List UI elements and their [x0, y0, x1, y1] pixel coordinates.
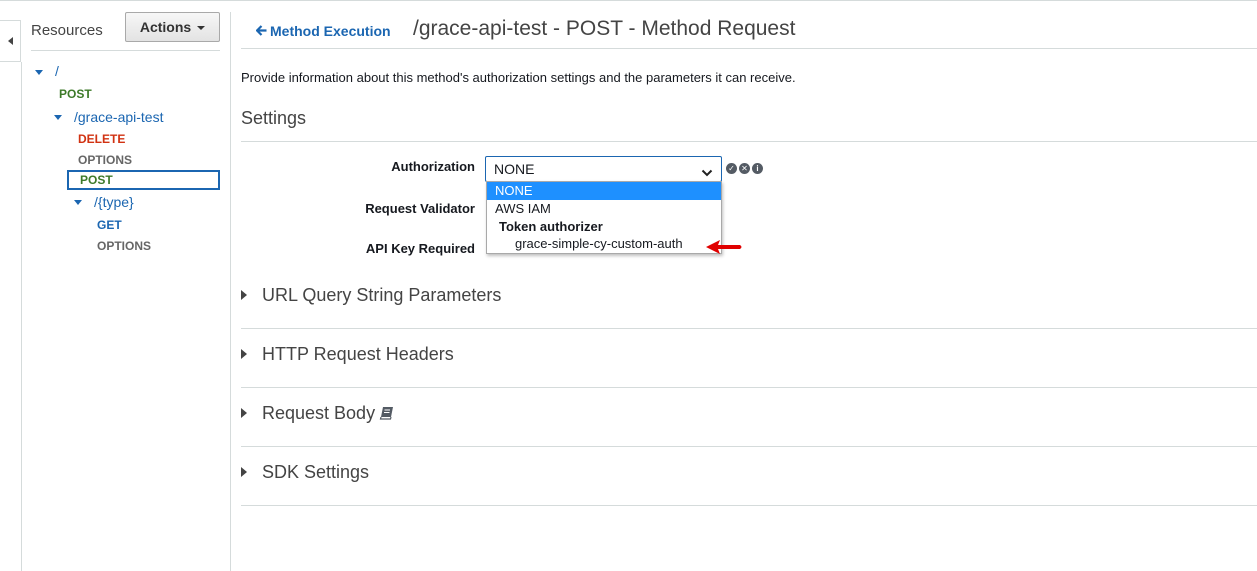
page-description: Provide information about this method's … [241, 70, 796, 85]
actions-button[interactable]: Actions [125, 12, 220, 42]
info-circle-icon[interactable]: i [752, 163, 763, 174]
tree-method-delete[interactable]: DELETE [78, 132, 125, 146]
request-validator-label: Request Validator [365, 201, 475, 216]
api-key-required-label: API Key Required [365, 241, 475, 256]
section-label: HTTP Request Headers [262, 344, 454, 364]
authorization-select[interactable]: NONE [485, 156, 722, 182]
section-label: SDK Settings [262, 462, 370, 482]
tree-method-type-options[interactable]: OPTIONS [97, 239, 151, 253]
caret-right-icon [241, 349, 247, 359]
actions-button-label: Actions [139, 19, 192, 35]
arrow-left-icon [255, 23, 267, 39]
tree-resource-type[interactable]: /{type} [94, 194, 134, 210]
sidebar-divider [31, 50, 220, 51]
sidebar-collapse-toggle[interactable] [0, 20, 21, 62]
caret-right-icon [241, 408, 247, 418]
settings-heading: Settings [241, 108, 307, 128]
book-icon[interactable] [379, 404, 395, 425]
sidebar-right-border [230, 12, 231, 571]
page-title: /grace-api-test - POST - Method Request [413, 17, 796, 40]
section-label: Request Body [262, 403, 376, 423]
tree-method-root-post[interactable]: POST [59, 87, 92, 101]
header-divider [241, 48, 1257, 49]
section-http-request-headers[interactable]: HTTP Request Headers [241, 329, 1257, 388]
x-circle-icon[interactable]: ✕ [739, 163, 750, 174]
caret-left-icon [8, 37, 13, 45]
check-circle-icon[interactable]: ✓ [726, 163, 737, 174]
tree-resource-root[interactable]: / [55, 63, 59, 79]
authorization-dropdown: NONE AWS IAM Token authorizer grace-simp… [486, 181, 722, 254]
authorization-select-value: NONE [494, 161, 535, 177]
method-execution-label: Method Execution [270, 23, 391, 39]
tree-resource-grace-api-test[interactable]: /grace-api-test [74, 109, 163, 125]
tree-method-post-selected[interactable]: POST [67, 170, 220, 190]
section-label: URL Query String Parameters [262, 285, 502, 305]
tree-expand-icon[interactable] [74, 200, 82, 205]
authorization-actions: ✓ ✕ i [726, 163, 765, 181]
settings-divider [241, 141, 1257, 142]
resources-sidebar: Resources Actions / POST /grace-api-test… [22, 0, 230, 571]
caret-down-icon [197, 26, 206, 31]
option-none[interactable]: NONE [487, 182, 721, 200]
tree-method-get[interactable]: GET [97, 218, 122, 232]
section-sdk-settings[interactable]: SDK Settings [241, 447, 1257, 506]
tree-expand-icon[interactable] [54, 115, 62, 120]
tree-method-options[interactable]: OPTIONS [78, 153, 132, 167]
authorization-label: Authorization [391, 159, 475, 174]
tree-expand-icon[interactable] [35, 70, 43, 75]
caret-right-icon [241, 467, 247, 477]
option-grace-simple-cy-custom-auth[interactable]: grace-simple-cy-custom-auth [487, 235, 721, 253]
method-execution-link[interactable]: Method Execution [255, 23, 391, 39]
section-url-query-string-parameters[interactable]: URL Query String Parameters [241, 270, 1257, 329]
section-request-body[interactable]: Request Body [241, 388, 1257, 447]
section-label-wrap: Request Body [262, 403, 395, 425]
section-divider [241, 505, 1257, 506]
red-arrow-annotation [704, 238, 744, 261]
caret-right-icon [241, 290, 247, 300]
resources-title: Resources [31, 22, 103, 39]
option-aws-iam[interactable]: AWS IAM [487, 200, 721, 218]
optgroup-token-authorizer: Token authorizer [499, 219, 603, 234]
